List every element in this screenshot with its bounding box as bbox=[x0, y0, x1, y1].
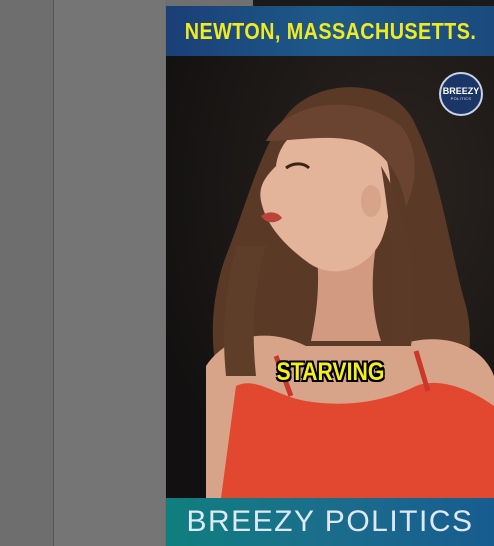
brand-logo: BREEZY POLITICS bbox=[439, 72, 483, 116]
editor-canvas bbox=[54, 0, 165, 546]
video-title: NEWTON, MASSACHUSETTS. bbox=[184, 17, 476, 44]
left-panel bbox=[0, 0, 54, 546]
caption-text: STARVING bbox=[276, 358, 384, 386]
footer-brand-text: BREEZY POLITICS bbox=[186, 505, 474, 538]
badge-sub-text: POLITICS bbox=[450, 96, 472, 101]
speaker-illustration bbox=[166, 56, 494, 498]
subtitle-caption: STARVING bbox=[166, 358, 494, 387]
badge-main-text: BREEZY bbox=[442, 86, 480, 96]
footer-banner: BREEZY POLITICS bbox=[166, 498, 494, 546]
title-banner: NEWTON, MASSACHUSETTS. bbox=[166, 6, 494, 56]
speaker-image bbox=[166, 56, 494, 498]
video-frame[interactable]: NEWTON, MASSACHUSETTS. BREEZY POLITICS S… bbox=[166, 6, 494, 546]
